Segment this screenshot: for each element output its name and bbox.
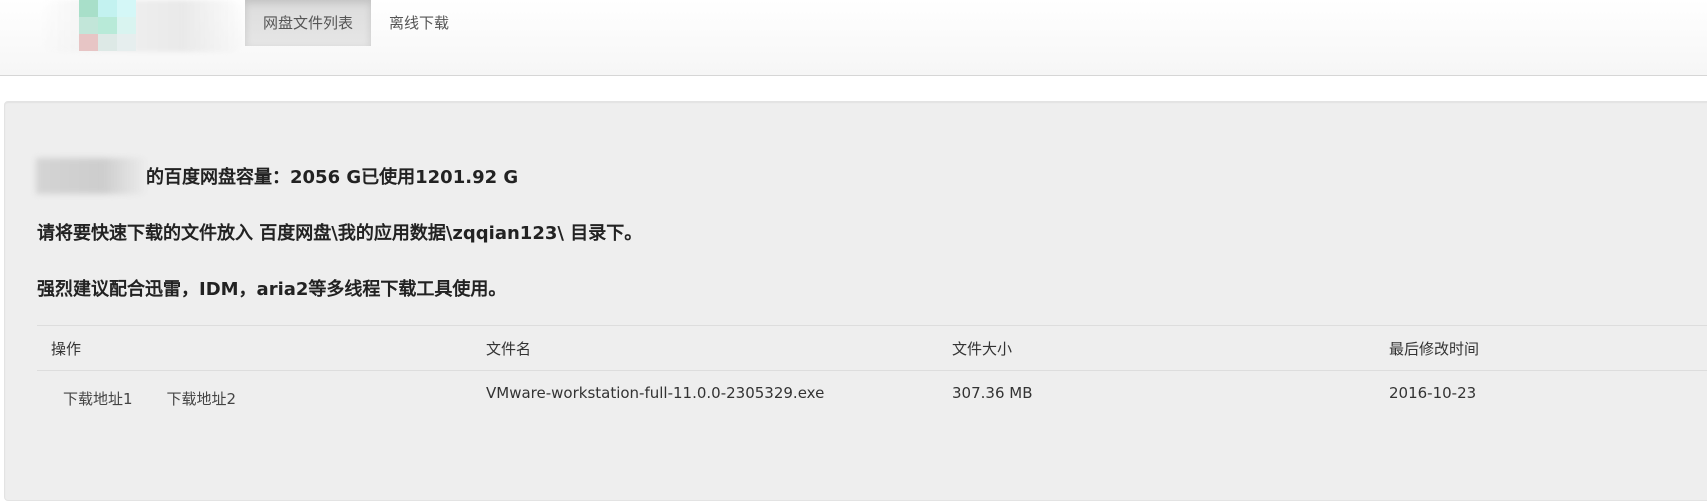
recommendation-text: 强烈建议配合迅雷，IDM，aria2等多线程下载工具使用。 — [37, 279, 507, 300]
row-filesize: 307.36 MB — [952, 384, 1033, 403]
logo-pixel — [98, 34, 117, 51]
header-filename: 文件名 — [472, 325, 938, 371]
logo-pixel — [117, 17, 136, 34]
file-table: 操作 文件名 文件大小 最后修改时间 下载地址1 下载地址2 VMware-wor… — [37, 325, 1707, 416]
table-header-row: 操作 文件名 文件大小 最后修改时间 — [37, 325, 1707, 371]
top-navbar: 网盘文件列表 离线下载 — [0, 0, 1707, 76]
brand-logo[interactable] — [40, 0, 245, 52]
logo-pixel — [117, 34, 136, 51]
tab-file-list[interactable]: 网盘文件列表 — [245, 0, 372, 46]
content-panel — [4, 101, 1707, 501]
username-redacted — [36, 158, 148, 194]
table-row: 下载地址1 下载地址2 VMware-workstation-full-11.0.… — [37, 371, 1707, 416]
download-link-2[interactable]: 下载地址2 — [167, 388, 237, 409]
logo-blur — [40, 0, 245, 52]
instruction-text: 请将要快速下载的文件放入 百度网盘\我的应用数据\zqqian123\ 目录下。 — [37, 223, 643, 244]
logo-pixel — [79, 0, 98, 17]
header-filesize: 文件大小 — [938, 325, 1375, 371]
nav-tabs: 网盘文件列表 离线下载 — [245, 0, 467, 46]
header-actions: 操作 — [37, 325, 472, 371]
logo-pixel — [79, 17, 98, 34]
logo-pixel — [98, 17, 117, 34]
download-link-1[interactable]: 下载地址1 — [63, 388, 133, 409]
row-actions: 下载地址1 下载地址2 — [37, 371, 472, 416]
row-modified: 2016-10-23 — [1389, 384, 1477, 403]
tab-offline-download[interactable]: 离线下载 — [371, 0, 467, 46]
row-filename: VMware-workstation-full-11.0.0-2305329.e… — [486, 384, 825, 403]
header-modified: 最后修改时间 — [1375, 325, 1707, 371]
logo-pixel — [117, 0, 136, 17]
logo-pixel — [79, 34, 98, 51]
logo-pixel — [98, 0, 117, 17]
capacity-text: 的百度网盘容量：2056 G已使用1201.92 G — [146, 167, 519, 188]
